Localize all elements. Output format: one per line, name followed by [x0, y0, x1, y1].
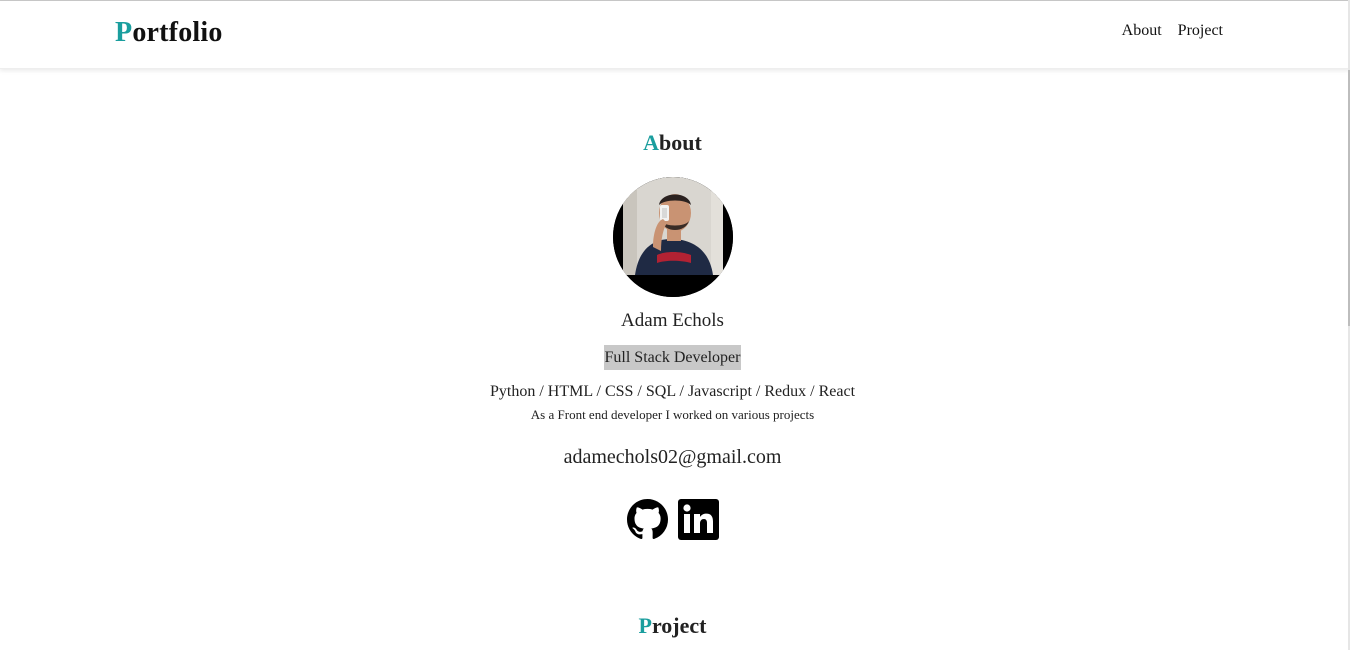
about-title: About [0, 130, 1345, 156]
about-title-initial: A [643, 130, 660, 155]
avatar [613, 177, 733, 297]
profile-role: Full Stack Developer [603, 345, 742, 370]
about-title-text: bout [659, 130, 702, 155]
nav-links: About Project [1122, 22, 1223, 40]
profile-role-wrap: Full Stack Developer [0, 345, 1345, 370]
brand-logo[interactable]: Portfolio [115, 17, 223, 49]
skills-list: Python / HTML / CSS / SQL / Javascript /… [489, 383, 856, 400]
social-links [627, 499, 719, 540]
linkedin-icon[interactable] [678, 499, 719, 540]
profile-name: Adam Echols [621, 310, 724, 331]
contact-email: adamechols02@gmail.com [563, 446, 782, 468]
brand-initial: P [115, 17, 133, 48]
project-title: Project [0, 613, 1345, 639]
brand-text: ortfolio [132, 17, 223, 48]
project-title-initial: P [638, 613, 652, 638]
profile-description: As a Front end developer I worked on var… [530, 407, 815, 422]
navbar: Portfolio About Project [0, 1, 1350, 69]
github-icon[interactable] [627, 499, 668, 540]
avatar-photo [613, 177, 733, 297]
nav-link-about[interactable]: About [1122, 22, 1162, 40]
project-title-text: roject [651, 613, 707, 638]
nav-link-project[interactable]: Project [1178, 22, 1223, 40]
